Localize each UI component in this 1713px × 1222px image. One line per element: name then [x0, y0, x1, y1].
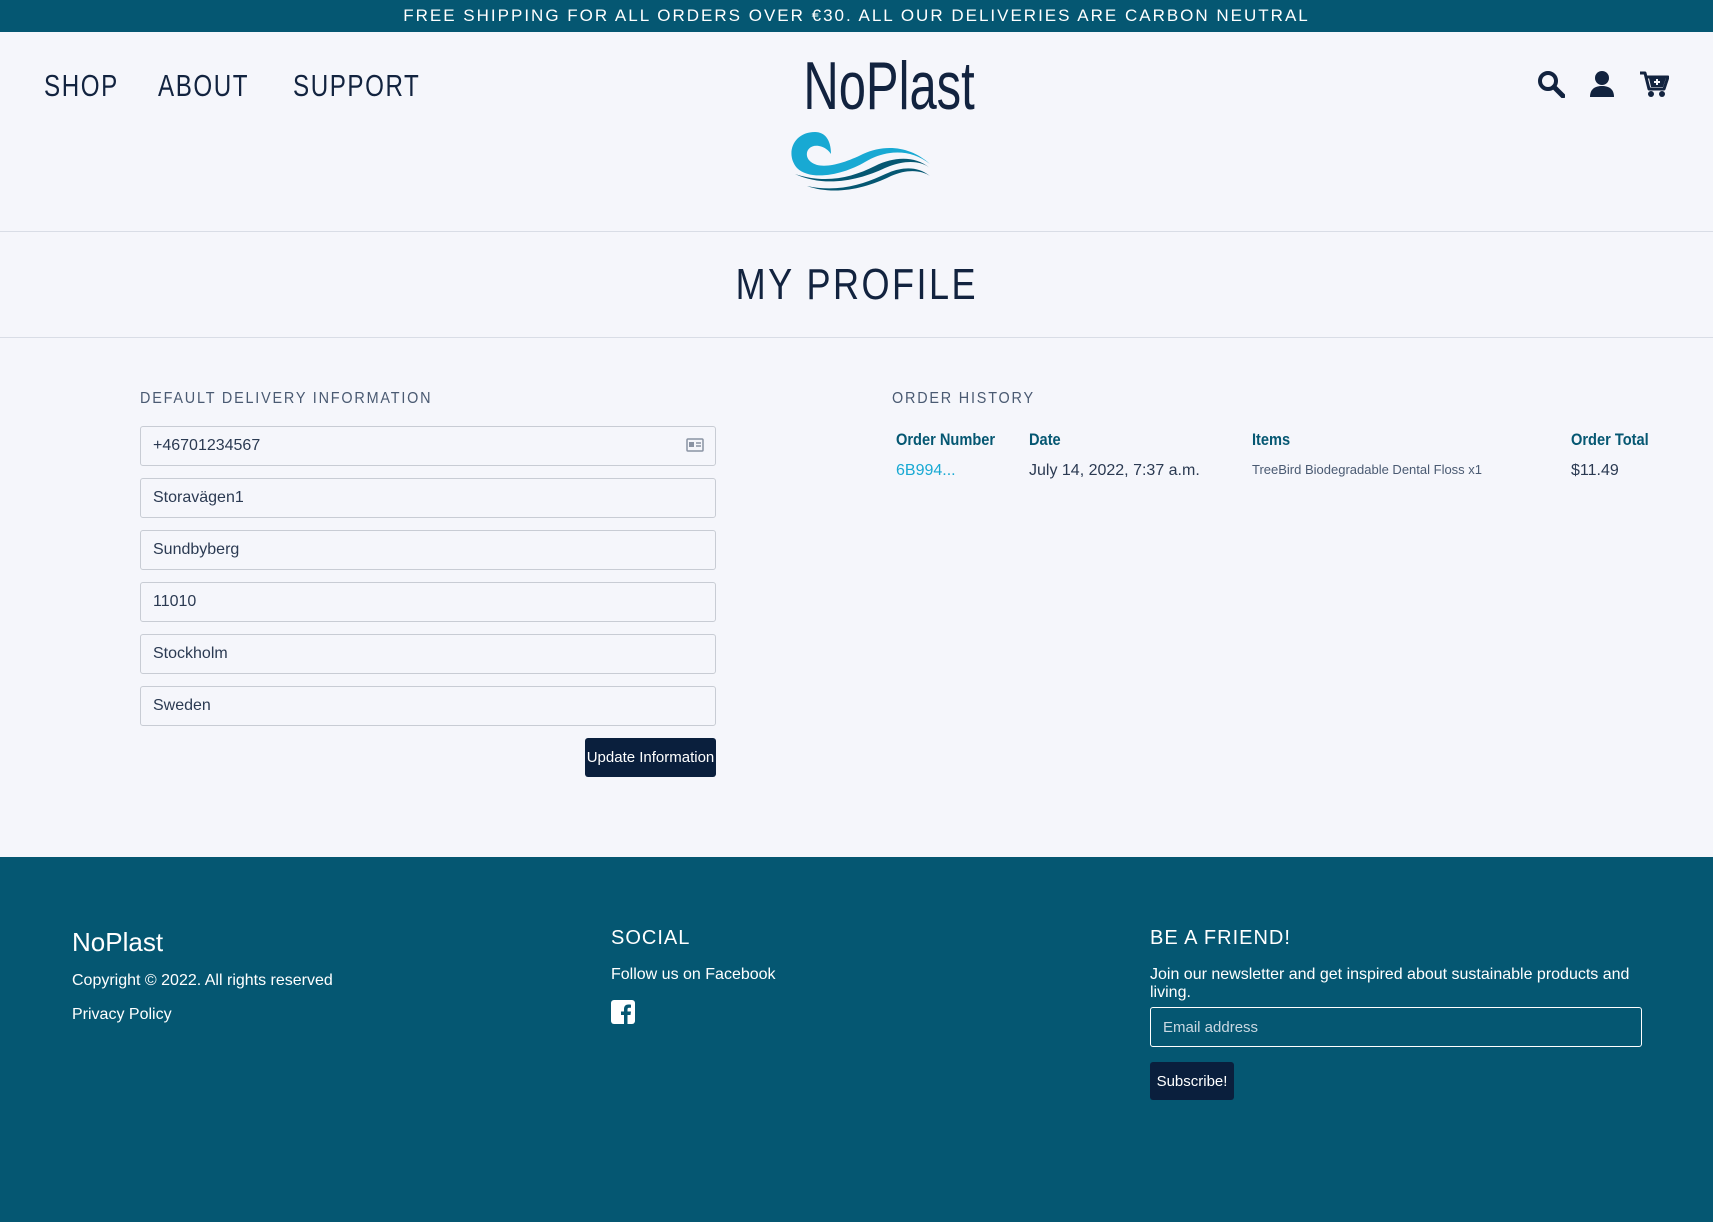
county-field[interactable] [140, 634, 716, 674]
cart-icon[interactable] [1639, 70, 1669, 98]
phone-field[interactable] [140, 426, 716, 466]
order-table-header: Order Number Date Items Order Total [892, 430, 1652, 462]
subscribe-button[interactable]: Subscribe! [1150, 1062, 1234, 1100]
site-footer: NoPlast Copyright © 2022. All rights res… [0, 857, 1713, 1222]
street-field[interactable] [140, 478, 716, 518]
search-icon[interactable] [1537, 70, 1565, 98]
page-title: MY PROFILE [735, 259, 978, 309]
col-items: Items [1252, 430, 1291, 449]
col-order-total: Order Total [1571, 430, 1649, 449]
footer-copyright: Copyright © 2022. All rights reserved [72, 972, 333, 989]
town-field[interactable] [140, 530, 716, 570]
newsletter-heading: BE A FRIEND! [1150, 927, 1291, 949]
follow-facebook-text: Follow us on Facebook [611, 966, 776, 983]
order-history-table: Order Number Date Items Order Total 6B99… [892, 430, 1652, 494]
facebook-icon[interactable] [611, 1000, 776, 1029]
newsletter-text: Join our newsletter and get inspired abo… [1150, 966, 1630, 1001]
site-logo[interactable]: NoPlast [770, 52, 975, 198]
col-date: Date [1029, 430, 1061, 449]
nav-shop-link[interactable]: SHOP [44, 68, 119, 104]
email-field[interactable] [1150, 1007, 1642, 1047]
main-nav: SHOP ABOUT SUPPORT [44, 68, 456, 104]
order-date: July 14, 2022, 7:37 a.m. [1029, 462, 1200, 479]
privacy-policy-link[interactable]: Privacy Policy [72, 1006, 333, 1024]
social-heading: SOCIAL [611, 927, 691, 949]
update-information-button[interactable]: Update Information [585, 738, 716, 777]
footer-brand: NoPlast [72, 927, 164, 957]
order-total: $11.49 [1571, 462, 1619, 479]
user-icon[interactable] [1589, 70, 1615, 98]
col-order-number: Order Number [896, 430, 996, 449]
delivery-heading: DEFAULT DELIVERY INFORMATION [140, 390, 433, 407]
header-icons [1537, 70, 1669, 98]
order-history-heading: ORDER HISTORY [892, 390, 1035, 407]
site-header: SHOP ABOUT SUPPORT NoPlast [0, 32, 1713, 232]
postcode-field[interactable] [140, 582, 716, 622]
nav-support-link[interactable]: SUPPORT [293, 68, 420, 104]
logo-text: NoPlast [803, 48, 975, 124]
order-number-link[interactable]: 6B994... [896, 462, 956, 480]
country-field[interactable] [140, 686, 716, 726]
footer-newsletter-column: BE A FRIEND! Join our newsletter and get… [1150, 927, 1645, 1100]
footer-brand-column: NoPlast Copyright © 2022. All rights res… [72, 927, 333, 1024]
page-title-band: MY PROFILE [0, 232, 1713, 338]
footer-social-column: SOCIAL Follow us on Facebook [611, 927, 776, 1029]
order-items: TreeBird Biodegradable Dental Floss x1 [1252, 462, 1483, 477]
table-row: 6B994... July 14, 2022, 7:37 a.m. TreeBi… [892, 462, 1652, 494]
nav-about-link[interactable]: ABOUT [158, 68, 249, 104]
wave-logo-icon [791, 132, 930, 191]
shipping-banner: FREE SHIPPING FOR ALL ORDERS OVER €30. A… [0, 0, 1713, 32]
contact-card-icon [686, 438, 704, 452]
